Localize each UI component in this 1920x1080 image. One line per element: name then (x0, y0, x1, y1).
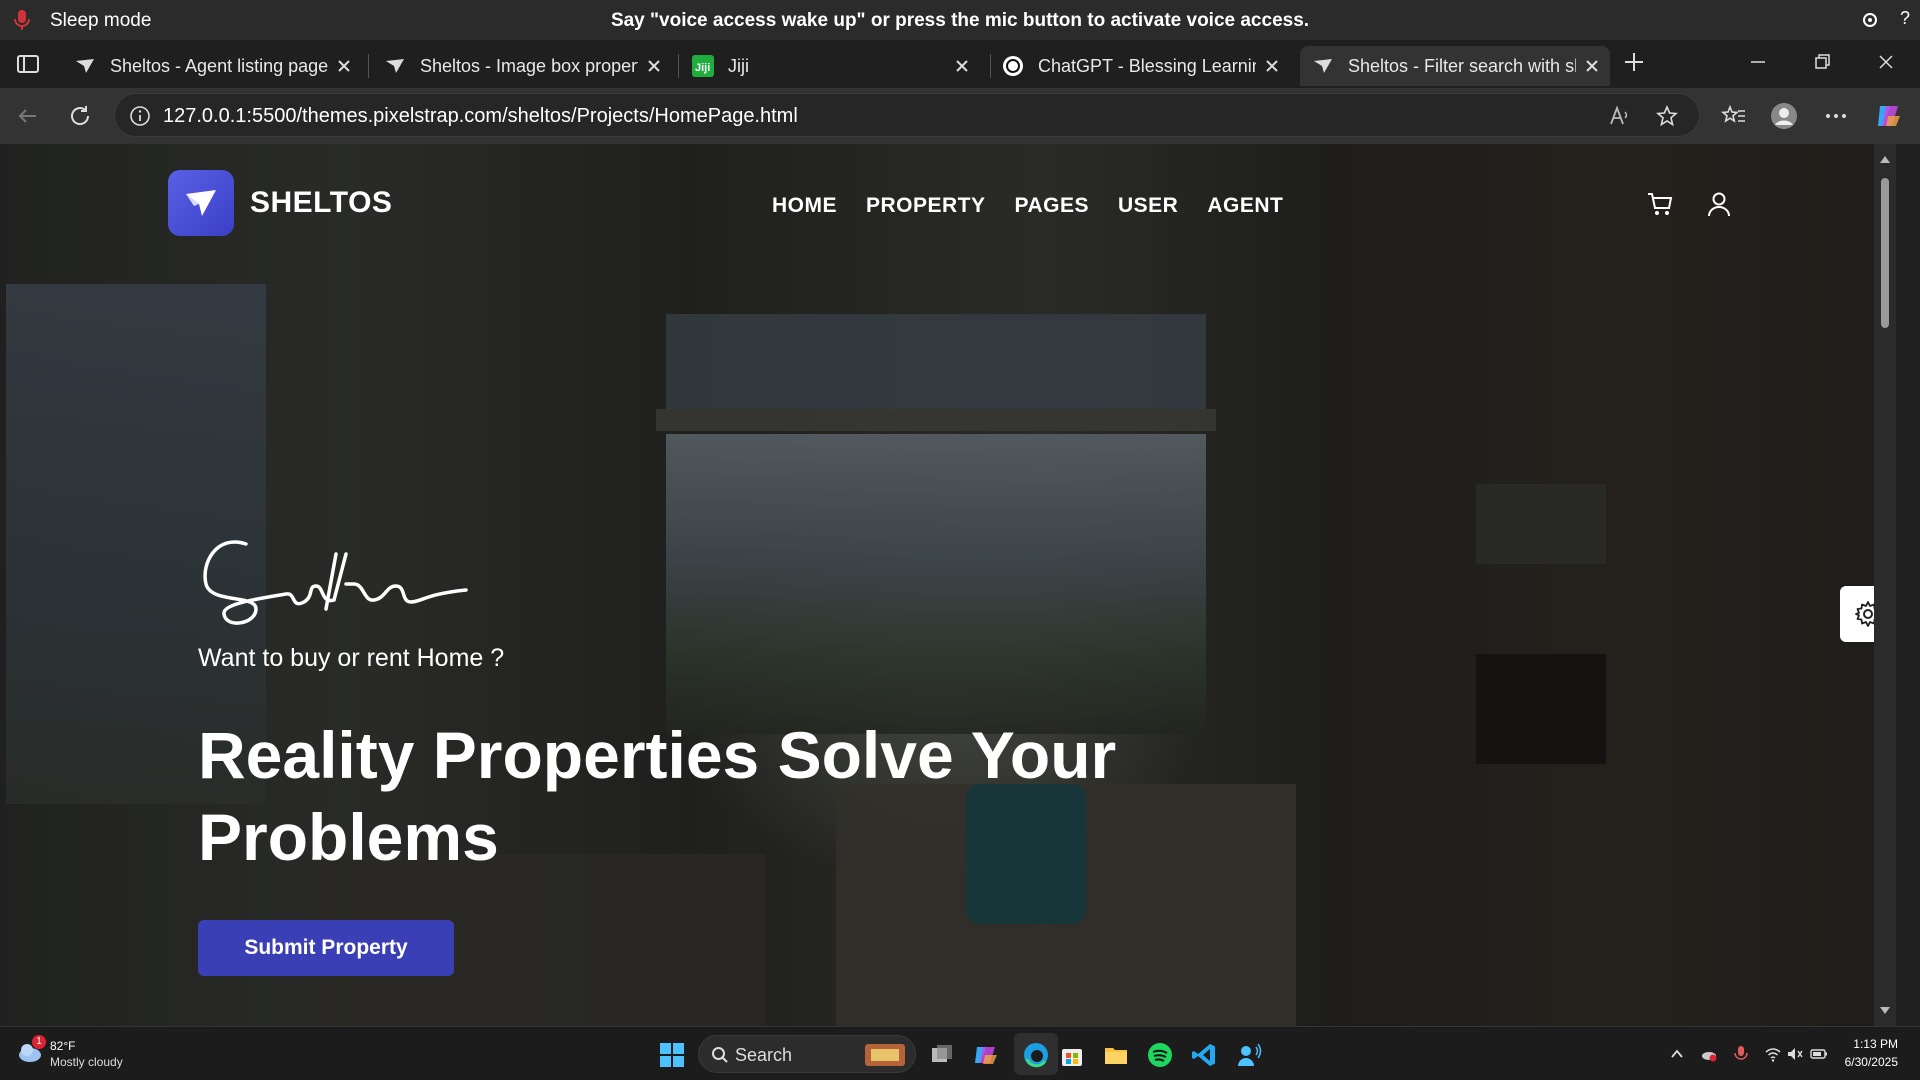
file-explorer-icon[interactable] (1102, 1041, 1130, 1069)
chatgpt-favicon-icon (1003, 56, 1023, 76)
address-bar[interactable]: 127.0.0.1:5500/themes.pixelstrap.com/she… (114, 93, 1700, 137)
read-aloud-icon[interactable] (1607, 104, 1631, 128)
nav-item-property[interactable]: PROPERTY (866, 194, 986, 218)
weather-widget[interactable]: 1 82°F Mostly cloudy (16, 1035, 123, 1072)
taskbar-search[interactable]: Search (698, 1035, 916, 1073)
site-info-icon[interactable] (129, 105, 151, 127)
close-window-icon[interactable] (1876, 52, 1896, 72)
search-highlight-icon (865, 1044, 905, 1066)
tab-chatgpt[interactable]: ChatGPT - Blessing Learning (990, 46, 1290, 86)
voice-access-taskbar-icon[interactable] (1234, 1041, 1262, 1069)
scroll-thumb[interactable] (1881, 178, 1889, 328)
sheltos-favicon-icon (386, 59, 404, 73)
brand-name: SHELTOS (250, 186, 393, 219)
signature-script-logo (203, 540, 468, 625)
close-icon[interactable] (646, 58, 662, 74)
nav-item-pages[interactable]: PAGES (1015, 194, 1089, 218)
tab-title: Sheltos - Agent listing page (110, 55, 328, 76)
edge-browser-icon[interactable] (1022, 1041, 1050, 1069)
close-icon[interactable] (336, 58, 352, 74)
windows-start-icon[interactable] (658, 1041, 686, 1069)
browser-tabstrip: Sheltos - Agent listing page Sheltos - I… (0, 40, 1920, 88)
task-view-icon[interactable] (928, 1041, 956, 1069)
restore-icon[interactable] (1812, 52, 1832, 72)
copilot-icon[interactable] (1874, 102, 1902, 130)
submit-property-button[interactable]: Submit Property (198, 920, 454, 976)
url-text: 127.0.0.1:5500/themes.pixelstrap.com/she… (163, 105, 798, 127)
scroll-up-icon[interactable] (1879, 154, 1891, 164)
tab-filter-search[interactable]: Sheltos - Filter search with slic (1300, 46, 1610, 86)
nav-item-agent[interactable]: AGENT (1207, 194, 1283, 218)
spotify-icon[interactable] (1146, 1041, 1174, 1069)
weather-badge: 1 (32, 1035, 46, 1049)
chevron-up-icon[interactable] (1668, 1045, 1686, 1063)
close-icon[interactable] (1264, 58, 1280, 74)
system-clock[interactable]: 1:13 PM 6/30/2025 (1845, 1035, 1898, 1071)
refresh-icon[interactable] (66, 102, 94, 130)
tab-title: Sheltos - Image box property (420, 55, 638, 76)
wifi-icon[interactable] (1764, 1045, 1782, 1063)
tab-agent-listing[interactable]: Sheltos - Agent listing page (62, 46, 362, 86)
brand-logo[interactable]: SHELTOS (168, 170, 392, 236)
back-icon[interactable] (14, 102, 42, 130)
new-tab-icon[interactable] (1622, 50, 1646, 74)
svg-text:Jiji: Jiji (695, 62, 710, 74)
tab-title: Jiji (728, 55, 749, 76)
nav-item-home[interactable]: HOME (772, 194, 837, 218)
clock-date: 6/30/2025 (1844, 1055, 1898, 1069)
favorite-star-icon[interactable] (1655, 104, 1679, 128)
cart-icon[interactable] (1646, 190, 1674, 218)
hero-title-line-1: Reality Properties Solve Your (198, 718, 1117, 792)
battery-icon[interactable] (1810, 1045, 1828, 1063)
volume-muted-icon[interactable] (1786, 1045, 1804, 1063)
gear-icon[interactable] (1860, 10, 1880, 30)
hero-title: Reality Properties Solve Your Problems (198, 714, 1298, 878)
tab-jiji[interactable]: Jiji Jiji (680, 46, 980, 86)
weather-condition: Mostly cloudy (50, 1055, 123, 1069)
favorites-icon[interactable] (1720, 102, 1748, 130)
user-icon[interactable] (1706, 190, 1732, 218)
search-label: Search (735, 1045, 793, 1065)
tab-image-box[interactable]: Sheltos - Image box property (372, 46, 672, 86)
sheltos-favicon-icon (1314, 59, 1332, 73)
microphone-icon[interactable] (1732, 1045, 1750, 1063)
voice-access-bar: Sleep mode Say "voice access wake up" or… (0, 0, 1920, 40)
hero-subtitle: Want to buy or rent Home ? (198, 644, 505, 672)
close-icon[interactable] (1584, 58, 1600, 74)
webpage-viewport: SHELTOS HOME PROPERTY PAGES USER AGENT W… (6, 144, 1896, 1026)
more-options-icon[interactable] (1822, 102, 1850, 130)
tab-title: ChatGPT - Blessing Learning (1038, 55, 1256, 76)
copilot-taskbar-icon[interactable] (972, 1041, 1000, 1069)
scroll-down-icon[interactable] (1879, 1006, 1891, 1016)
help-button[interactable]: ? (1900, 8, 1910, 29)
minimize-icon[interactable] (1748, 52, 1768, 72)
microsoft-store-icon[interactable] (1058, 1041, 1086, 1069)
sheltos-favicon-icon (76, 59, 94, 73)
hero-title-line-2: Problems (198, 800, 499, 874)
tab-title: Sheltos - Filter search with slic (1348, 55, 1576, 76)
main-nav: HOME PROPERTY PAGES USER AGENT (772, 194, 1283, 218)
sidebar-toggle-icon[interactable] (16, 52, 40, 76)
browser-toolbar: 127.0.0.1:5500/themes.pixelstrap.com/she… (0, 88, 1920, 144)
onedrive-icon[interactable] (1700, 1045, 1718, 1063)
jiji-favicon-icon: Jiji (692, 55, 714, 77)
windows-taskbar: 1 82°F Mostly cloudy Search 1:13 PM 6/30… (0, 1026, 1920, 1080)
vscode-icon[interactable] (1190, 1041, 1218, 1069)
voice-message: Say "voice access wake up" or press the … (610, 10, 1310, 31)
logo-mark-icon (168, 170, 234, 236)
weather-temp: 82°F (50, 1039, 76, 1053)
close-icon[interactable] (954, 58, 970, 74)
profile-avatar-icon[interactable] (1770, 102, 1798, 130)
search-icon (712, 1047, 728, 1063)
nav-item-user[interactable]: USER (1118, 194, 1178, 218)
clock-time: 1:13 PM (1853, 1037, 1898, 1051)
page-scrollbar[interactable] (1874, 144, 1896, 1026)
